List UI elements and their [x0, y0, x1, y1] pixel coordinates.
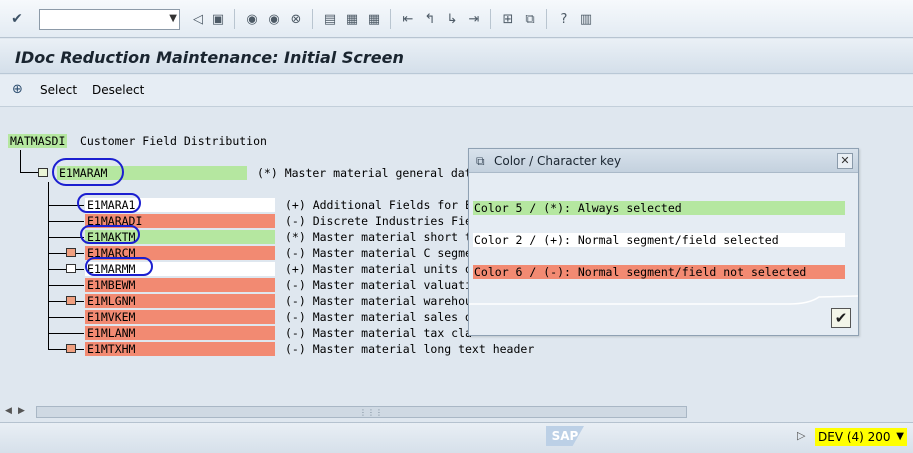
tree-root-label[interactable]: MATMASDI	[8, 134, 68, 148]
help-icon[interactable]: ?	[556, 11, 572, 27]
dialog-title: Color / Character key	[494, 154, 622, 168]
color-key-row-selected: Color 2 / (+): Normal segment/field sele…	[473, 233, 845, 247]
command-field[interactable]: ▼	[39, 9, 180, 30]
toolbar-separator	[546, 9, 547, 29]
cancel-icon[interactable]: ⊗	[288, 11, 304, 27]
tree-node-description: (*) Master material short t	[285, 230, 472, 244]
tree-node-label[interactable]: E1MVKEM	[85, 310, 275, 324]
tree-root-description: Customer Field Distribution	[80, 134, 267, 148]
print-icon[interactable]: ▤	[322, 11, 338, 27]
color-key-row-not-selected: Color 6 / (-): Normal segment/field not …	[473, 265, 845, 279]
folder-closed-icon[interactable]	[66, 264, 76, 273]
close-icon[interactable]: ✕	[837, 153, 853, 169]
tree-node-description: (-) Master material tax cla	[285, 326, 472, 340]
toolbar-separator	[490, 9, 491, 29]
layout-icon[interactable]: ▥	[578, 11, 594, 27]
find-icon[interactable]: ▦	[344, 11, 360, 27]
application-toolbar: ⊕ Select Deselect	[0, 75, 913, 107]
dialog-window-icon: ⧉	[476, 154, 485, 168]
last-page-icon[interactable]: ⇥	[466, 11, 482, 27]
horizontal-scrollbar[interactable]: ◀ ▶ ⋮⋮⋮	[0, 404, 913, 420]
chevron-down-icon[interactable]: ▼	[169, 13, 177, 24]
up-icon[interactable]: ◉	[266, 11, 282, 27]
scroll-left-icon[interactable]: ◀	[5, 406, 12, 416]
tree-node-description: (+) Master material units o	[285, 262, 472, 276]
standard-toolbar: ✔ ▼ ◁ ▣ ◉ ◉ ⊗ ▤ ▦ ▦ ⇤ ↰ ↳ ⇥ ⊞ ⧉ ? ▥	[0, 0, 913, 38]
tree-line	[20, 150, 21, 172]
checkmark-icon: ✔	[834, 309, 848, 327]
annotation-circle	[80, 225, 140, 244]
new-session-icon[interactable]: ⊞	[500, 11, 516, 27]
first-page-icon[interactable]: ⇤	[400, 11, 416, 27]
color-key-dialog: ⧉ Color / Character key ✕ Color 5 / (*):…	[468, 148, 859, 336]
dialog-header: ⧉ Color / Character key ✕	[469, 149, 858, 173]
enter-icon[interactable]: ✔	[9, 11, 25, 27]
status-bar: SAP ▷ DEV (4) 200 ▼	[0, 422, 913, 453]
folder-closed-icon[interactable]	[66, 296, 76, 305]
tree-line	[48, 221, 84, 222]
back-icon[interactable]: ◁	[190, 11, 206, 27]
annotation-circle	[85, 257, 153, 276]
tree-line	[48, 333, 84, 334]
previous-page-icon[interactable]: ↰	[422, 11, 438, 27]
ok-button[interactable]: ✔	[831, 308, 851, 328]
tree-line	[48, 237, 84, 238]
tree-node-description: (*) Master material general dat	[257, 166, 472, 180]
dialog-divider-curve	[469, 295, 858, 305]
tree-node-description: (-) Master material valuatio	[285, 278, 479, 292]
tree-line	[48, 285, 84, 286]
scrollbar-thumb[interactable]: ⋮⋮⋮	[36, 406, 687, 418]
exit-icon[interactable]: ◉	[244, 11, 260, 27]
grip-icon: ⋮⋮⋮	[359, 408, 383, 417]
tree-node-label[interactable]: E1MBEWM	[85, 278, 275, 292]
tree-node-description: (-) Master material long text header	[285, 342, 535, 356]
color-key-row-always: Color 5 / (*): Always selected	[473, 201, 845, 215]
shortcut-icon[interactable]: ⧉	[522, 11, 538, 27]
system-info-field[interactable]: DEV (4) 200 ▼	[815, 428, 907, 446]
system-info-text: DEV (4) 200	[818, 430, 891, 444]
tree-node-label[interactable]: E1MLGNM	[85, 294, 275, 308]
tree-line	[48, 317, 84, 318]
title-bar: IDoc Reduction Maintenance: Initial Scre…	[0, 39, 913, 74]
folder-open-icon[interactable]	[38, 168, 48, 177]
select-button[interactable]: Select	[40, 83, 77, 97]
folder-closed-icon[interactable]	[66, 248, 76, 257]
toolbar-separator	[234, 9, 235, 29]
tree-line	[20, 172, 38, 173]
play-icon[interactable]: ▷	[797, 429, 805, 442]
toolbar-separator	[312, 9, 313, 29]
tree-node-description: (-) Master material C segme	[285, 246, 472, 260]
annotation-circle	[52, 158, 124, 186]
find-next-icon[interactable]: ▦	[366, 11, 382, 27]
select-icon[interactable]: ⊕	[12, 82, 23, 97]
page-title: IDoc Reduction Maintenance: Initial Scre…	[15, 48, 404, 67]
annotation-circle	[77, 193, 141, 213]
tree-node-description: (-) Master material sales da	[285, 310, 479, 324]
deselect-button[interactable]: Deselect	[92, 83, 144, 97]
sap-logo: SAP	[546, 426, 584, 446]
folder-closed-icon[interactable]	[66, 344, 76, 353]
save-icon[interactable]: ▣	[210, 11, 226, 27]
scroll-right-icon[interactable]: ▶	[18, 406, 25, 416]
tree-line	[48, 182, 49, 349]
tree-node-label[interactable]: E1MLANM	[85, 326, 275, 340]
toolbar-separator	[390, 9, 391, 29]
tree-node-label[interactable]: E1MTXHM	[85, 342, 275, 356]
next-page-icon[interactable]: ↳	[444, 11, 460, 27]
chevron-down-icon[interactable]: ▼	[896, 428, 904, 446]
tree-node-description: (+) Additional Fields for E	[285, 198, 472, 212]
tree-node-description: (-) Discrete Industries Fie	[285, 214, 472, 228]
tree-node-description: (-) Master material warehous	[285, 294, 479, 308]
